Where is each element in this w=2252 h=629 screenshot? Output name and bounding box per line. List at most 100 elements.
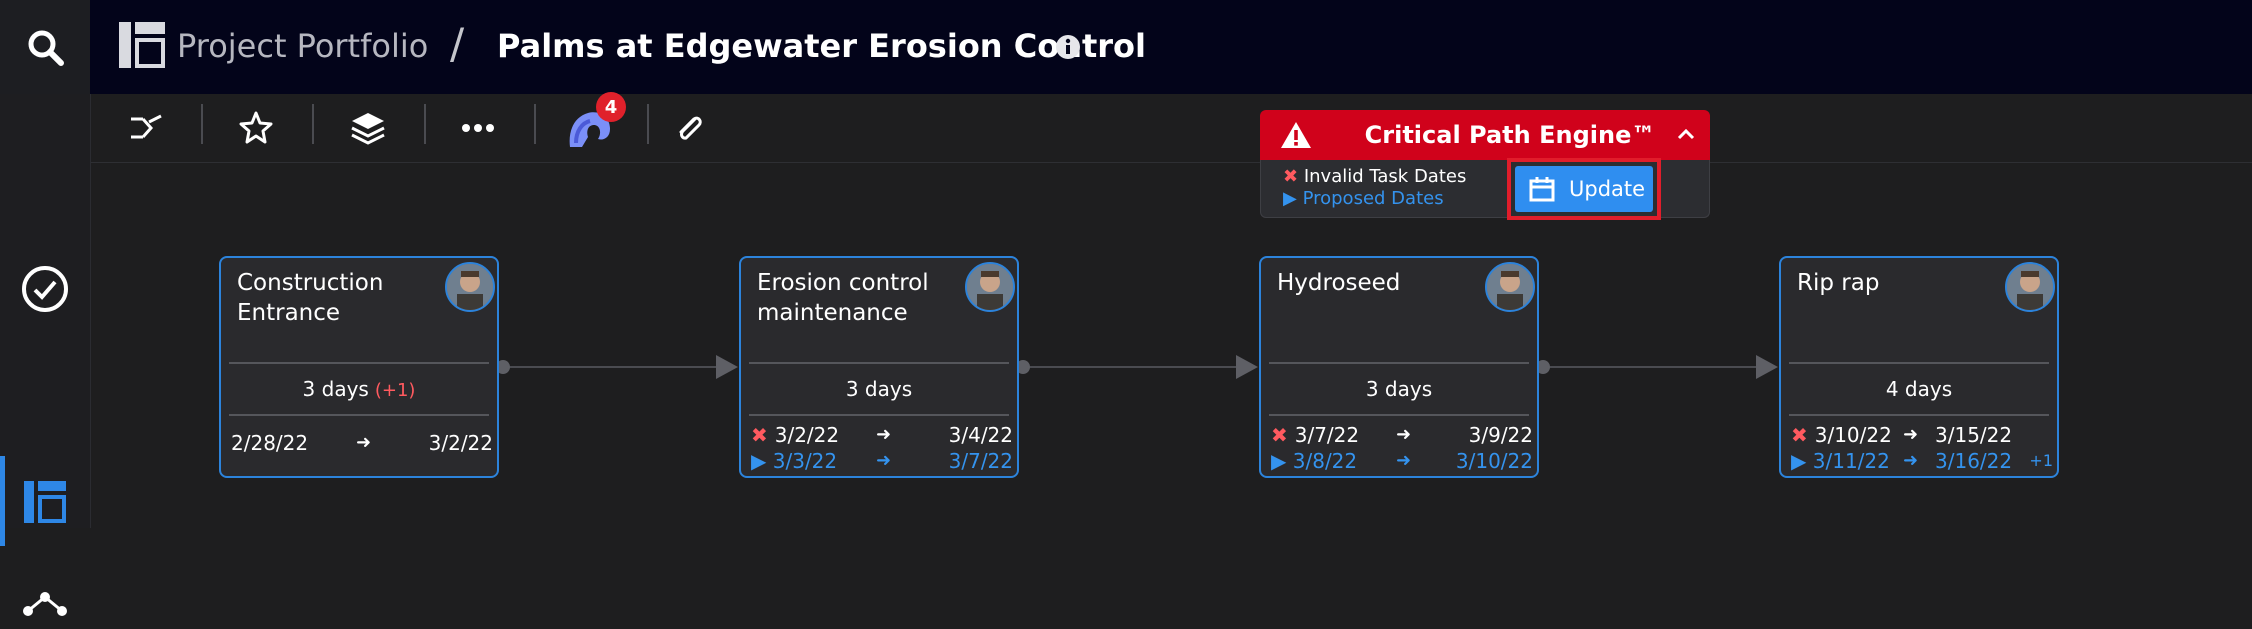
proposed-triangle-icon: ▶ [1283,188,1297,209]
assignee-avatar[interactable] [2005,262,2055,312]
search-button[interactable] [0,0,90,94]
chevron-up-icon[interactable] [1677,128,1695,140]
more-dots-icon [462,124,494,132]
card-divider [1789,414,2049,416]
link-arrow [1236,355,1258,379]
card-divider [749,414,1009,416]
task-duration: 4 days [1885,377,1953,401]
proposed-start-date: ▶ 3/8/22 [1271,448,1357,474]
proposed-start-date: ▶ 3/3/22 [751,448,837,474]
task-end-date: 3/2/22 [428,431,493,455]
breadcrumb-project-portfolio[interactable]: Project Portfolio [177,24,428,68]
invalid-x-icon: ✖ [1271,423,1295,447]
proposed-end-date: 3/7/22 [948,449,1013,473]
breadcrumb-separator: / [450,19,465,68]
invalid-start: 3/2/22 [774,423,840,447]
card-divider [1269,362,1529,364]
task-name: Hydroseed [1277,270,1401,296]
critical-path-title: Critical Path Engine™ [1364,121,1656,149]
card-divider [229,362,489,364]
task-dates-invalid: ✖ 3/10/22 ➜ 3/15/22 [1791,422,2053,448]
card-divider [749,362,1009,364]
proposed-end-date: 3/10/22 [1455,449,1533,473]
arrow-right-icon: ➜ [876,424,892,445]
top-bar: Project Portfolio / Palms at Edgewater E… [90,0,2252,94]
attachments-tool[interactable] [668,106,712,150]
proposed-start: 3/8/22 [1292,449,1358,473]
task-dates-proposed: ▶ 3/11/22 ➜ 3/16/22 +1 [1791,448,2053,474]
task-duration: 3 days [845,377,913,401]
invalid-start: 3/7/22 [1294,423,1360,447]
task-card-hydroseed[interactable]: Hydroseed 3 days ✖ 3/7/22 ➜ 3/9/22 ▶ 3/8… [1259,256,1539,478]
left-rail [0,94,91,616]
arrow-right-icon: ➜ [1903,424,1919,445]
card-divider [229,414,489,416]
calendar-icon [1529,177,1555,202]
arrow-right-icon: ➜ [356,432,372,453]
task-card-erosion-control-maintenance[interactable]: Erosion control maintenance 3 days ✖ 3/2… [739,256,1019,478]
critical-path-tool[interactable] [124,106,168,150]
network-icon [23,592,67,616]
portfolio-logo-icon[interactable] [117,20,167,70]
legend-invalid-label: Invalid Task Dates [1303,166,1467,187]
layers-icon [351,113,385,145]
page-title: Palms at Edgewater Erosion Control [497,27,1146,65]
link-arrow [1756,355,1778,379]
task-dates: 2/28/22 ➜ 3/2/22 [231,430,493,456]
card-divider [1789,362,2049,364]
duration-delta: (+1) [374,380,416,401]
task-start-date: ✖ 3/2/22 [751,422,839,448]
task-dates-invalid: ✖ 3/2/22 ➜ 3/4/22 [751,422,1013,448]
arrow-right-icon: ➜ [876,450,892,471]
assignee-avatar[interactable] [445,262,495,312]
invalid-x-icon: ✖ [751,423,775,447]
notification-badge: 4 [596,92,626,122]
arrow-right-icon: ➜ [1396,450,1412,471]
task-end-date: 3/4/22 [948,423,1013,447]
task-name: Erosion control maintenance [757,270,929,326]
update-button-highlight: Update [1507,158,1661,220]
task-dates-proposed: ▶ 3/8/22 ➜ 3/10/22 [1271,448,1533,474]
task-card-rip-rap[interactable]: Rip rap 4 days ✖ 3/10/22 ➜ 3/15/22 ▶ 3/1… [1779,256,2059,478]
assignee-avatar[interactable] [965,262,1015,312]
assignee-avatar[interactable] [1485,262,1535,312]
legend-proposed-row: ▶ Proposed Dates [1283,188,1444,210]
task-start-date: ✖ 3/10/22 [1791,422,1892,448]
critical-path-header[interactable]: Critical Path Engine™ [1260,110,1710,160]
rail-item-tasks[interactable] [0,264,90,314]
rail-item-network[interactable] [0,494,90,629]
layers-tool[interactable] [346,106,390,150]
warning-icon [1281,122,1311,148]
task-start-date: 2/28/22 [231,431,309,455]
card-divider [1269,414,1529,416]
task-end-date: 3/15/22 [1935,423,2013,447]
task-card-construction-entrance[interactable]: Construction Entrance 3 days (+1) 2/28/22… [219,256,499,478]
task-end-date: 3/9/22 [1468,423,1533,447]
task-link-1 [500,366,730,368]
task-name: Construction Entrance [237,270,384,326]
task-duration: 3 days [302,377,369,401]
task-dates-proposed: ▶ 3/3/22 ➜ 3/7/22 [751,448,1013,474]
update-button-label: Update [1569,177,1646,201]
info-icon[interactable] [1055,34,1081,60]
path-split-icon [131,114,162,139]
more-tool[interactable] [456,106,500,150]
proposed-start: 3/11/22 [1812,449,1890,473]
task-start-date: ✖ 3/7/22 [1271,422,1359,448]
proposed-extra-count: +1 [2029,451,2053,470]
arrow-right-icon: ➜ [1903,450,1919,471]
task-link-2 [1020,366,1252,368]
toolbar [91,94,2252,163]
arrow-right-icon: ➜ [1396,424,1412,445]
favorite-tool[interactable] [234,106,278,150]
proposed-triangle-icon: ▶ [1271,449,1293,473]
link-arrow [716,355,738,379]
legend-proposed-label: Proposed Dates [1302,188,1444,209]
legend-invalid-row: ✖ Invalid Task Dates [1283,166,1466,188]
proposed-triangle-icon: ▶ [1791,449,1813,473]
check-circle-icon [22,266,68,312]
paperclip-icon [679,116,702,140]
update-button[interactable]: Update [1515,166,1653,212]
task-duration: 3 days [1365,377,1433,401]
proposed-triangle-icon: ▶ [751,449,773,473]
